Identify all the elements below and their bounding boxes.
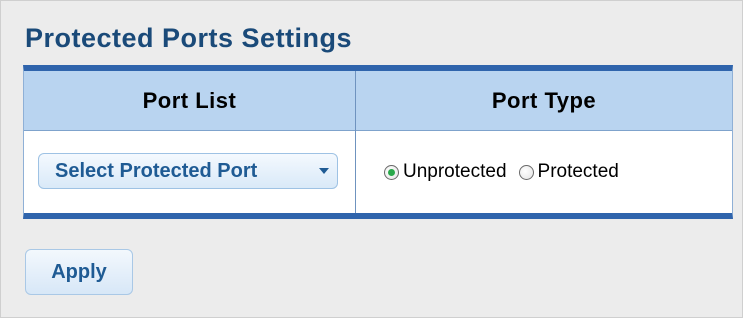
column-header-port-list: Port List (142, 88, 237, 113)
port-list-select[interactable]: Select Protected Port (38, 153, 338, 189)
column-header-port-type: Port Type (491, 88, 597, 113)
port-type-protected-option[interactable]: Protected (518, 161, 619, 183)
port-list-select-value: Select Protected Port (55, 160, 258, 182)
settings-panel: Protected Ports Settings Port List Port … (0, 0, 743, 318)
table-header-row: Port List Port Type (24, 71, 732, 131)
protected-label: Protected (537, 161, 619, 182)
protected-ports-table: Port List Port Type Select Protected Por… (23, 65, 733, 219)
page-title: Protected Ports Settings (25, 23, 353, 53)
port-type-radio-group: Unprotected Protected (384, 159, 619, 185)
chevron-down-icon (319, 168, 329, 174)
unprotected-radio[interactable] (384, 164, 399, 180)
protected-radio[interactable] (518, 164, 534, 180)
unprotected-label: Unprotected (403, 161, 507, 182)
column-divider (355, 71, 356, 213)
apply-button[interactable]: Apply (25, 249, 133, 295)
port-type-unprotected-option[interactable]: Unprotected (384, 161, 507, 183)
